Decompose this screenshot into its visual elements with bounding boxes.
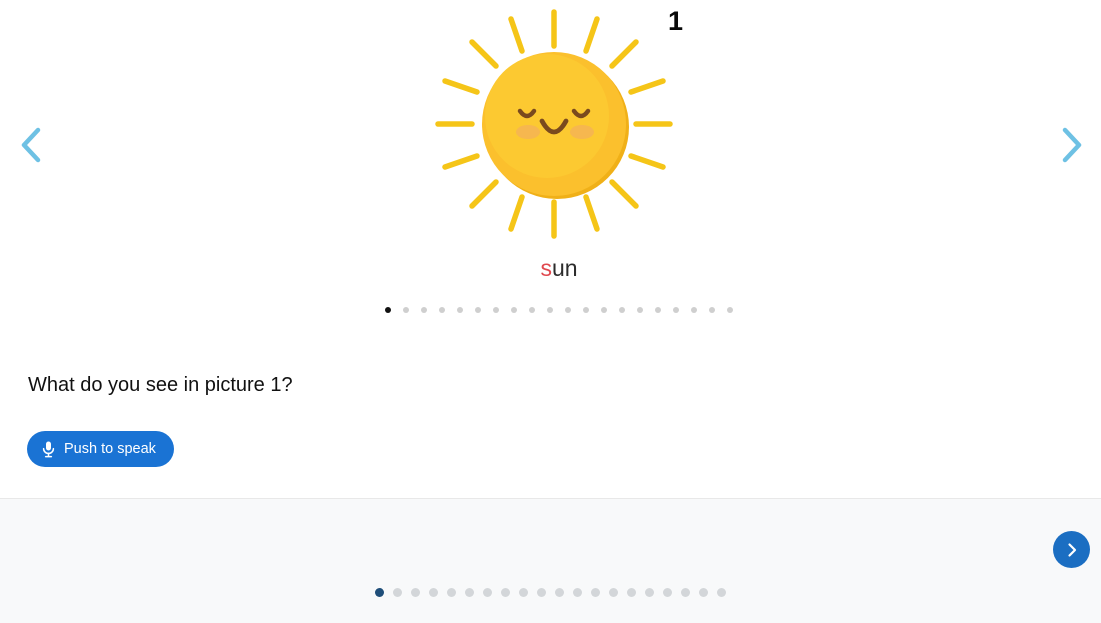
footer-dot-7[interactable] [483,588,492,597]
footer-dot-6[interactable] [465,588,474,597]
pagination-dot-13[interactable] [601,307,607,313]
footer-dot-10[interactable] [537,588,546,597]
sun-graphic [435,9,673,239]
footer-dot-19[interactable] [699,588,708,597]
sun-illustration [404,4,704,244]
footer-next-button[interactable] [1053,531,1090,568]
pagination-dot-8[interactable] [511,307,517,313]
pagination-dot-19[interactable] [709,307,715,313]
pagination-dot-7[interactable] [493,307,499,313]
pagination-dot-6[interactable] [475,307,481,313]
pagination-dot-9[interactable] [529,307,535,313]
carousel-slide: 1 sun [0,0,1101,300]
pagination-dot-18[interactable] [691,307,697,313]
footer-dot-8[interactable] [501,588,510,597]
carousel-pagination-top [0,307,1101,313]
footer-dot-18[interactable] [681,588,690,597]
pagination-dot-20[interactable] [727,307,733,313]
pagination-dot-12[interactable] [583,307,589,313]
pagination-dot-15[interactable] [637,307,643,313]
footer-dot-15[interactable] [627,588,636,597]
footer-dot-11[interactable] [555,588,564,597]
sun-body-highlight [485,54,609,178]
exercise-page: 1 sun What do you see in picture 1? Push… [0,0,1101,623]
pagination-dot-17[interactable] [673,307,679,313]
pagination-dot-14[interactable] [619,307,625,313]
pagination-dot-10[interactable] [547,307,553,313]
cheek-left [516,125,540,139]
slide-number-badge: 1 [668,6,684,36]
footer-bar [0,498,1101,623]
microphone-icon [42,441,55,457]
pagination-dot-16[interactable] [655,307,661,313]
footer-dot-12[interactable] [573,588,582,597]
picture-carousel: 1 sun What do you see in picture 1? Push… [0,0,1101,498]
chevron-right-icon [1067,542,1076,557]
caption-highlight-letter: s [540,255,552,281]
footer-dot-20[interactable] [717,588,726,597]
footer-dot-4[interactable] [429,588,438,597]
slide-caption: sun [0,255,1101,282]
push-to-speak-button[interactable]: Push to speak [27,431,174,467]
cheek-right [570,125,594,139]
footer-dot-13[interactable] [591,588,600,597]
footer-dot-17[interactable] [663,588,672,597]
caption-rest-letters: un [551,255,578,281]
pagination-dot-1[interactable] [385,307,391,313]
push-to-speak-label: Push to speak [64,441,156,457]
pagination-dot-5[interactable] [457,307,463,313]
footer-dot-5[interactable] [447,588,456,597]
footer-dot-1[interactable] [375,588,384,597]
pagination-dot-3[interactable] [421,307,427,313]
footer-dot-16[interactable] [645,588,654,597]
footer-dot-14[interactable] [609,588,618,597]
footer-dot-2[interactable] [393,588,402,597]
question-text: What do you see in picture 1? [28,374,293,396]
pagination-dot-11[interactable] [565,307,571,313]
footer-dot-9[interactable] [519,588,528,597]
pagination-dot-4[interactable] [439,307,445,313]
pagination-dot-2[interactable] [403,307,409,313]
footer-dot-3[interactable] [411,588,420,597]
footer-pagination [0,588,1101,597]
